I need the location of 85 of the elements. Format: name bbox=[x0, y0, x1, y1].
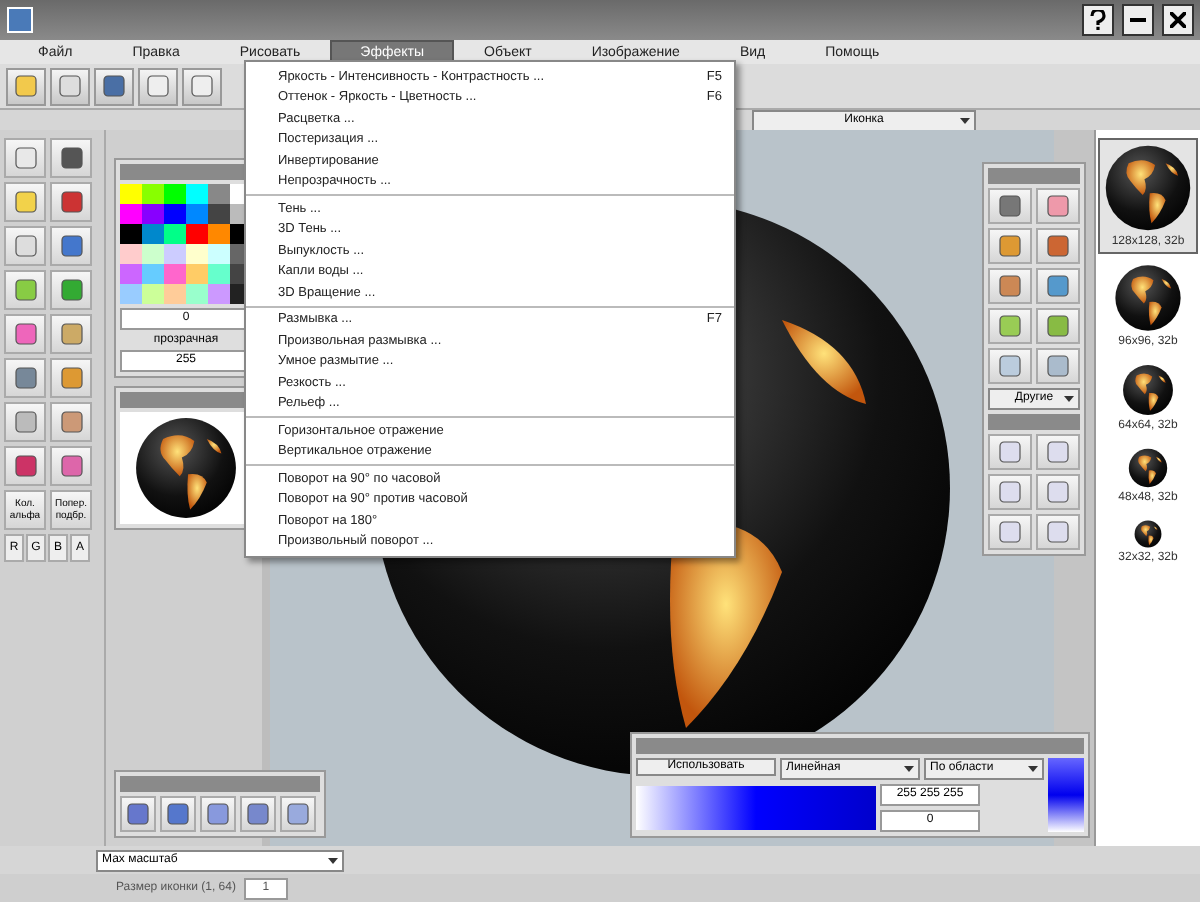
effect-icon bbox=[998, 274, 1022, 298]
effect-button[interactable] bbox=[1036, 228, 1080, 264]
shape-button[interactable] bbox=[280, 796, 316, 832]
caret-icon bbox=[1028, 766, 1038, 772]
save-button[interactable] bbox=[94, 67, 134, 105]
globe-icon bbox=[1104, 144, 1192, 232]
shape-icon bbox=[166, 802, 190, 826]
caret-icon bbox=[1064, 396, 1074, 402]
effect-button[interactable] bbox=[988, 308, 1032, 344]
frame-icon bbox=[1046, 480, 1070, 504]
open-button[interactable] bbox=[50, 67, 90, 105]
effect-icon bbox=[1046, 274, 1070, 298]
effect-button[interactable] bbox=[1036, 268, 1080, 304]
tool-button[interactable] bbox=[4, 182, 46, 222]
frame-icon bbox=[998, 440, 1022, 464]
effect-button[interactable] bbox=[1036, 308, 1080, 344]
frame-icon bbox=[1046, 520, 1070, 544]
tool-button[interactable] bbox=[4, 226, 46, 266]
globe-icon bbox=[1114, 264, 1182, 332]
shape-button[interactable] bbox=[160, 796, 196, 832]
tool-button[interactable] bbox=[50, 138, 92, 178]
new-button[interactable] bbox=[6, 67, 46, 105]
close-button[interactable] bbox=[1162, 4, 1194, 36]
effect-button[interactable] bbox=[988, 268, 1032, 304]
copy-button[interactable] bbox=[138, 67, 178, 105]
effect-icon bbox=[998, 354, 1022, 378]
shape-button[interactable] bbox=[200, 796, 236, 832]
layer-button[interactable] bbox=[988, 434, 1032, 470]
tool-button[interactable] bbox=[50, 314, 92, 354]
globe-icon bbox=[1133, 520, 1162, 548]
tool-button[interactable] bbox=[50, 358, 92, 398]
tool-button[interactable] bbox=[4, 314, 46, 354]
layer-button[interactable] bbox=[1036, 434, 1080, 470]
globe-drawing bbox=[134, 416, 238, 520]
effect-button[interactable] bbox=[1036, 348, 1080, 384]
caret-icon bbox=[960, 117, 970, 123]
tool-button[interactable] bbox=[4, 358, 46, 398]
globe-icon bbox=[1121, 364, 1174, 416]
minimize-icon bbox=[1130, 18, 1146, 22]
layer-button[interactable] bbox=[988, 474, 1032, 510]
shape-icon bbox=[246, 802, 270, 826]
help-button[interactable] bbox=[1082, 4, 1114, 36]
effect-button[interactable] bbox=[988, 228, 1032, 264]
effect-button[interactable] bbox=[988, 188, 1032, 224]
minimize-button[interactable] bbox=[1122, 4, 1154, 36]
frame-icon bbox=[1046, 440, 1070, 464]
shape-icon bbox=[206, 802, 230, 826]
effect-icon bbox=[1046, 194, 1070, 218]
shape-icon bbox=[126, 802, 150, 826]
layer-button[interactable] bbox=[1036, 474, 1080, 510]
shape-button[interactable] bbox=[240, 796, 276, 832]
gradient-bar[interactable] bbox=[636, 786, 876, 830]
tool-button[interactable] bbox=[4, 446, 46, 486]
tool-button[interactable] bbox=[50, 182, 92, 222]
tool-button[interactable] bbox=[50, 446, 92, 486]
effect-button[interactable] bbox=[988, 348, 1032, 384]
gradient-preview bbox=[1048, 758, 1084, 832]
effect-icon bbox=[1046, 234, 1070, 258]
tool-button[interactable] bbox=[4, 138, 46, 178]
panel-header bbox=[988, 414, 1080, 430]
tool-button[interactable] bbox=[50, 270, 92, 310]
effect-icon bbox=[998, 314, 1022, 338]
app-icon bbox=[6, 6, 34, 34]
shape-icon bbox=[286, 802, 310, 826]
help-icon bbox=[1090, 10, 1106, 30]
effect-icon bbox=[998, 234, 1022, 258]
frame-icon bbox=[998, 480, 1022, 504]
effect-icon bbox=[998, 194, 1022, 218]
close-icon bbox=[1170, 12, 1186, 28]
tool-button[interactable] bbox=[4, 270, 46, 310]
panel-header bbox=[988, 168, 1080, 184]
paste-button[interactable] bbox=[182, 67, 222, 105]
caret-icon bbox=[328, 857, 338, 863]
globe-icon bbox=[1127, 448, 1168, 488]
caret-icon bbox=[904, 766, 914, 772]
tool-button[interactable] bbox=[50, 226, 92, 266]
tool-button[interactable] bbox=[4, 402, 46, 442]
frame-icon bbox=[998, 520, 1022, 544]
layer-button[interactable] bbox=[988, 514, 1032, 550]
shape-button[interactable] bbox=[120, 796, 156, 832]
effect-icon bbox=[1046, 314, 1070, 338]
tool-button[interactable] bbox=[50, 402, 92, 442]
effect-button[interactable] bbox=[1036, 188, 1080, 224]
layer-button[interactable] bbox=[1036, 514, 1080, 550]
effect-icon bbox=[1046, 354, 1070, 378]
